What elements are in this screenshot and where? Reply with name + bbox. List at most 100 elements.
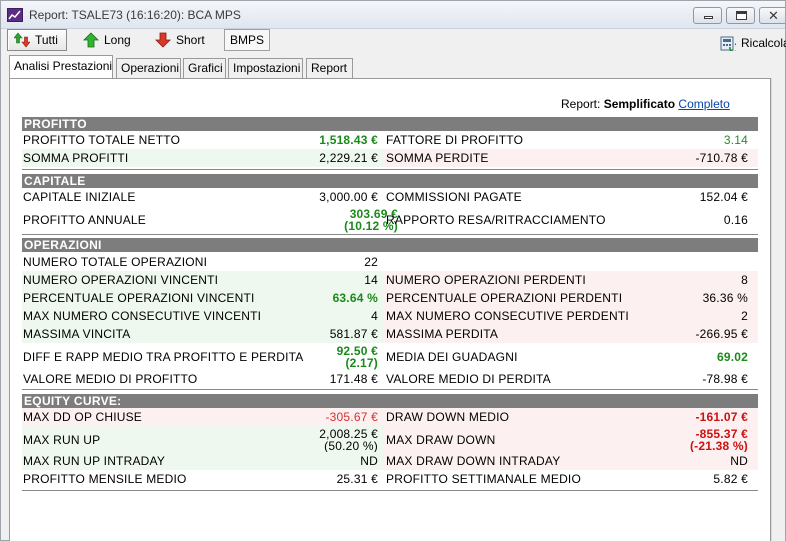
tab-analisi-prestazioni[interactable]: Analisi Prestazioni (9, 55, 113, 79)
minimize-icon (704, 16, 713, 19)
title-bar[interactable]: Report: TSALE73 (16:16:20): BCA MPS ✕ (1, 1, 785, 29)
report-mode-completo-link[interactable]: Completo (678, 97, 729, 111)
toolbar: Tutti Long Short BMPS Ricalcola (1, 29, 786, 54)
row-value: 152.04 € (699, 190, 748, 204)
row-value: 8 (741, 273, 748, 287)
row-label: MAX NUMERO CONSECUTIVE PERDENTI (386, 309, 629, 323)
table-row: MAX NUMERO CONSECUTIVE VINCENTI 4 MAX NU… (22, 307, 758, 325)
table-row: MASSIMA VINCITA 581.87 € MASSIMA PERDITA… (22, 325, 758, 343)
section-header-operazioni: OPERAZIONI (22, 238, 758, 252)
row-value: -855.37 € (-21.38 %) (642, 426, 748, 453)
row-value: 303.69 € (10.12 %) (292, 206, 398, 233)
row-label: MEDIA DEI GUADAGNI (386, 349, 518, 364)
table-row: NUMERO TOTALE OPERAZIONI 22 (22, 253, 758, 271)
row-value: 25.31 € (336, 472, 378, 486)
row-label: PROFITTO SETTIMANALE MEDIO (386, 472, 581, 486)
recalculate-icon (720, 35, 739, 53)
row-value: 4 (371, 309, 378, 323)
table-row: PERCENTUALE OPERAZIONI VINCENTI 63.64 % … (22, 289, 758, 307)
row-value: 22 (364, 255, 378, 269)
divider (22, 389, 758, 390)
row-value: 14 (364, 273, 378, 287)
row-value: -266.95 € (695, 327, 748, 341)
row-value: -305.67 € (325, 410, 378, 424)
row-value: 3,000.00 € (319, 190, 378, 204)
divider (22, 169, 758, 170)
row-value-secondary: (2.17) (345, 355, 378, 370)
red-down-arrow-icon (155, 32, 171, 48)
report-mode-current: Semplificato (603, 97, 676, 111)
row-label: PERCENTUALE OPERAZIONI PERDENTI (386, 291, 623, 305)
table-row: PROFITTO MENSILE MEDIO 25.31 € PROFITTO … (22, 470, 758, 488)
report-window: Report: TSALE73 (16:16:20): BCA MPS ✕ Tu… (0, 0, 786, 541)
chart-icon (7, 8, 23, 22)
long-label: Long (104, 33, 131, 47)
minimize-button[interactable] (693, 7, 722, 24)
tab-operazioni[interactable]: Operazioni (116, 58, 181, 78)
row-value: 0.16 (723, 212, 748, 227)
maximize-button[interactable] (726, 7, 755, 24)
table-row: MAX RUN UP 2,008.25 € (50.20 %) MAX DRAW… (22, 426, 758, 453)
up-down-arrows-icon (13, 32, 31, 48)
long-button[interactable]: Long (77, 29, 139, 51)
row-value-primary: 2,008.25 € (319, 426, 378, 441)
row-value: 5.82 € (713, 472, 748, 486)
tab-grafici[interactable]: Grafici (183, 58, 226, 78)
tab-report[interactable]: Report (306, 58, 353, 78)
row-value: -161.07 € (695, 410, 748, 424)
short-label: Short (176, 33, 205, 47)
row-value: 92.50 € (2.17) (292, 343, 378, 370)
row-label: COMMISSIONI PAGATE (386, 190, 522, 204)
window-title: Report: TSALE73 (16:16:20): BCA MPS (29, 8, 241, 22)
row-value: 2,229.21 € (319, 151, 378, 165)
short-button[interactable]: Short (149, 29, 215, 51)
table-row: VALORE MEDIO DI PROFITTO 171.48 € VALORE… (22, 370, 758, 388)
row-value: ND (360, 454, 378, 468)
row-value-primary: -855.37 € (695, 426, 748, 441)
report-mode-selector: Report: Semplificato Completo (561, 97, 730, 111)
report-mode-label: Report: (561, 97, 601, 111)
symbol-button[interactable]: BMPS (224, 29, 270, 51)
row-label: RAPPORTO RESA/RITRACCIAMENTO (386, 212, 606, 227)
row-value: 63.64 % (332, 291, 378, 305)
row-value: 69.02 (716, 349, 748, 364)
close-icon: ✕ (768, 8, 779, 23)
table-row: MAX RUN UP INTRADAY ND MAX DRAW DOWN INT… (22, 452, 758, 470)
row-value: 36.36 % (702, 291, 748, 305)
ricalcola-button[interactable]: Ricalcola (717, 32, 786, 54)
row-value: 581.87 € (329, 327, 378, 341)
divider (22, 234, 758, 235)
tutti-button[interactable]: Tutti (7, 29, 67, 51)
row-label: MAX DRAW DOWN INTRADAY (386, 454, 561, 468)
section-header-capitale: CAPITALE (22, 174, 758, 188)
row-value: ND (730, 454, 748, 468)
section-header-profitto: PROFITTO (22, 117, 758, 131)
table-row: DIFF E RAPP MEDIO TRA PROFITTO E PERDITA… (22, 343, 758, 370)
row-value: 171.48 € (329, 372, 378, 386)
table-row: PROFITTO TOTALE NETTO 1,518.43 € FATTORE… (22, 131, 758, 149)
row-value: 3.14 (723, 133, 748, 147)
tab-impostazioni[interactable]: Impostazioni (228, 58, 303, 78)
close-button[interactable]: ✕ (759, 7, 785, 24)
tutti-label: Tutti (35, 33, 58, 47)
vertical-scrollbar[interactable] (771, 78, 785, 541)
green-up-arrow-icon (83, 32, 99, 48)
table-row: MAX DD OP CHIUSE -305.67 € DRAW DOWN MED… (22, 408, 758, 426)
row-value-secondary: (50.20 %) (324, 438, 378, 453)
row-label: SOMMA PERDITE (386, 151, 489, 165)
row-label: MASSIMA PERDITA (386, 327, 499, 341)
table-row: NUMERO OPERAZIONI VINCENTI 14 NUMERO OPE… (22, 271, 758, 289)
table-row: CAPITALE INIZIALE 3,000.00 € COMMISSIONI… (22, 188, 758, 206)
row-label: FATTORE DI PROFITTO (386, 133, 524, 147)
section-header-equity-curve: EQUITY CURVE: (22, 394, 758, 408)
row-label: DRAW DOWN MEDIO (386, 410, 510, 424)
row-label: VALORE MEDIO DI PERDITA (386, 372, 551, 386)
row-value: 1,518.43 € (319, 133, 378, 147)
row-value-primary: 92.50 € (336, 343, 378, 358)
row-label: MAX DRAW DOWN (386, 432, 496, 447)
row-value: 2 (741, 309, 748, 323)
divider (22, 490, 758, 491)
maximize-icon (736, 11, 747, 20)
ricalcola-label: Ricalcola (741, 36, 786, 50)
row-value: -710.78 € (695, 151, 748, 165)
